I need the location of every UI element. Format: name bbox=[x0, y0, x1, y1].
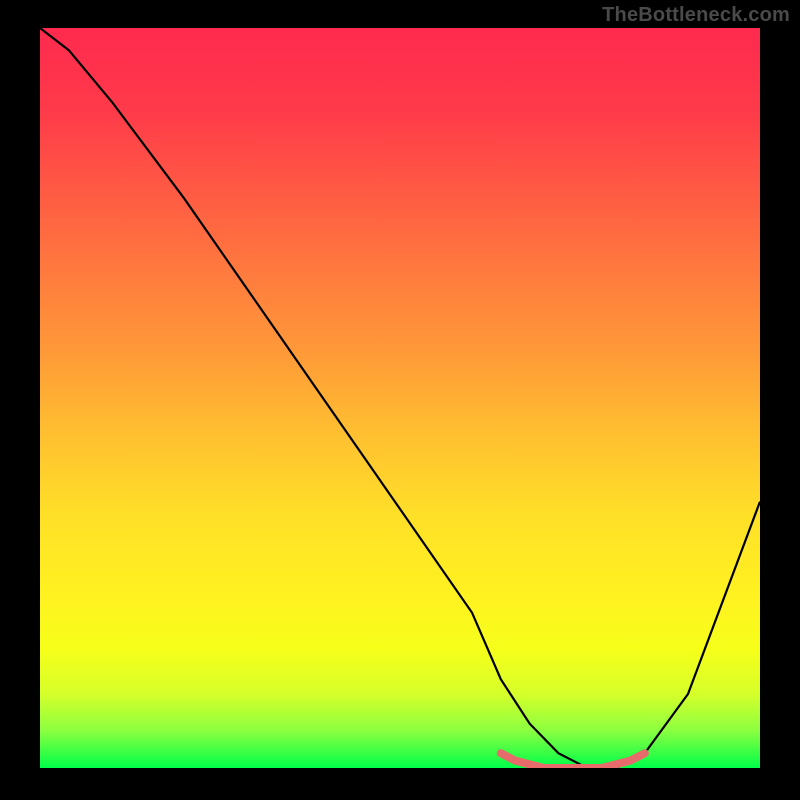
plot-area bbox=[40, 28, 760, 768]
attribution-label: TheBottleneck.com bbox=[602, 4, 790, 27]
chart-frame: TheBottleneck.com bbox=[0, 0, 800, 800]
bottleneck-curve-path bbox=[40, 28, 760, 768]
curve-layer bbox=[40, 28, 760, 768]
